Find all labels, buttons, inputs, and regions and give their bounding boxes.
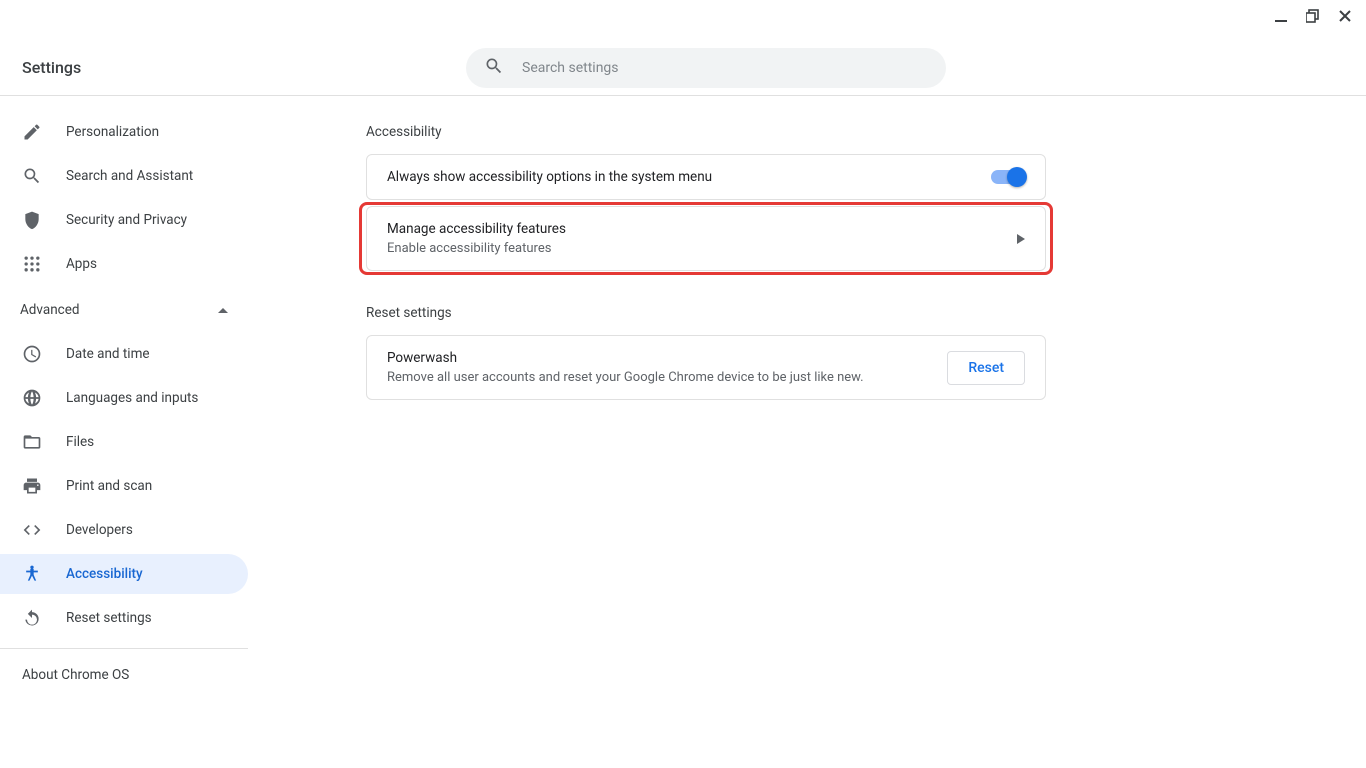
search-icon	[22, 166, 42, 186]
sidebar-item-label: Files	[66, 434, 94, 450]
search-container[interactable]	[466, 48, 946, 88]
shield-icon	[22, 210, 42, 230]
sidebar-item-accessibility[interactable]: Accessibility	[0, 554, 248, 594]
search-icon	[484, 56, 504, 80]
sidebar-item-files[interactable]: Files	[0, 422, 248, 462]
sidebar-item-languages-inputs[interactable]: Languages and inputs	[0, 378, 248, 418]
search-input[interactable]	[522, 60, 928, 76]
sidebar-item-label: Personalization	[66, 124, 159, 140]
row-manage-accessibility[interactable]: Manage accessibility features Enable acc…	[367, 207, 1045, 270]
sidebar-item-label: Print and scan	[66, 478, 152, 494]
clock-icon	[22, 344, 42, 364]
manage-title: Manage accessibility features	[387, 221, 566, 237]
sidebar-section-advanced[interactable]: Advanced	[0, 290, 248, 330]
sidebar-item-date-time[interactable]: Date and time	[0, 334, 248, 374]
section-title-accessibility: Accessibility	[366, 124, 1366, 140]
sidebar-item-search-assistant[interactable]: Search and Assistant	[0, 156, 248, 196]
sidebar-item-label: Developers	[66, 522, 133, 538]
about-label: About Chrome OS	[22, 667, 129, 683]
sidebar-item-label: Date and time	[66, 346, 150, 362]
toggle-always-show[interactable]	[991, 170, 1025, 184]
app-title: Settings	[22, 58, 81, 77]
card-accessibility-toggle: Always show accessibility options in the…	[366, 154, 1046, 200]
sidebar-item-label: Languages and inputs	[66, 390, 198, 406]
reset-button[interactable]: Reset	[947, 351, 1025, 385]
card-powerwash: Powerwash Remove all user accounts and r…	[366, 335, 1046, 400]
sidebar-item-label: Security and Privacy	[66, 212, 187, 228]
toggle-knob	[1007, 167, 1027, 187]
sidebar-item-label: Apps	[66, 256, 97, 272]
apps-grid-icon	[22, 254, 42, 274]
sidebar-item-apps[interactable]: Apps	[0, 244, 248, 284]
powerwash-title: Powerwash	[387, 350, 864, 366]
sidebar-item-label: Accessibility	[66, 566, 143, 582]
sidebar-item-label: Reset settings	[66, 610, 152, 626]
pencil-icon	[22, 122, 42, 142]
accessibility-icon	[22, 564, 42, 584]
sidebar-item-reset-settings[interactable]: Reset settings	[0, 598, 248, 638]
printer-icon	[22, 476, 42, 496]
card-manage-accessibility: Manage accessibility features Enable acc…	[366, 206, 1046, 271]
always-show-label: Always show accessibility options in the…	[387, 169, 712, 185]
sidebar-about-chrome-os[interactable]: About Chrome OS	[0, 649, 248, 683]
code-icon	[22, 520, 42, 540]
sidebar-section-label: Advanced	[20, 302, 80, 318]
main-panel: Accessibility Always show accessibility …	[248, 96, 1366, 768]
sidebar-item-personalization[interactable]: Personalization	[0, 112, 248, 152]
highlight-annotation: Manage accessibility features Enable acc…	[359, 202, 1053, 275]
sidebar-item-print-scan[interactable]: Print and scan	[0, 466, 248, 506]
chevron-right-icon	[1017, 229, 1025, 248]
sidebar-item-label: Search and Assistant	[66, 168, 193, 184]
row-powerwash: Powerwash Remove all user accounts and r…	[367, 336, 1045, 399]
powerwash-subtitle: Remove all user accounts and reset your …	[387, 370, 864, 385]
section-title-reset: Reset settings	[366, 305, 1366, 321]
globe-icon	[22, 388, 42, 408]
header: Settings	[0, 0, 1366, 96]
folder-icon	[22, 432, 42, 452]
manage-subtitle: Enable accessibility features	[387, 241, 566, 256]
content-area: Personalization Search and Assistant Sec…	[0, 96, 1366, 768]
sidebar-item-security-privacy[interactable]: Security and Privacy	[0, 200, 248, 240]
sidebar: Personalization Search and Assistant Sec…	[0, 96, 248, 768]
row-always-show-accessibility[interactable]: Always show accessibility options in the…	[367, 155, 1045, 199]
sidebar-item-developers[interactable]: Developers	[0, 510, 248, 550]
chevron-up-icon	[218, 301, 228, 320]
reset-icon	[22, 608, 42, 628]
